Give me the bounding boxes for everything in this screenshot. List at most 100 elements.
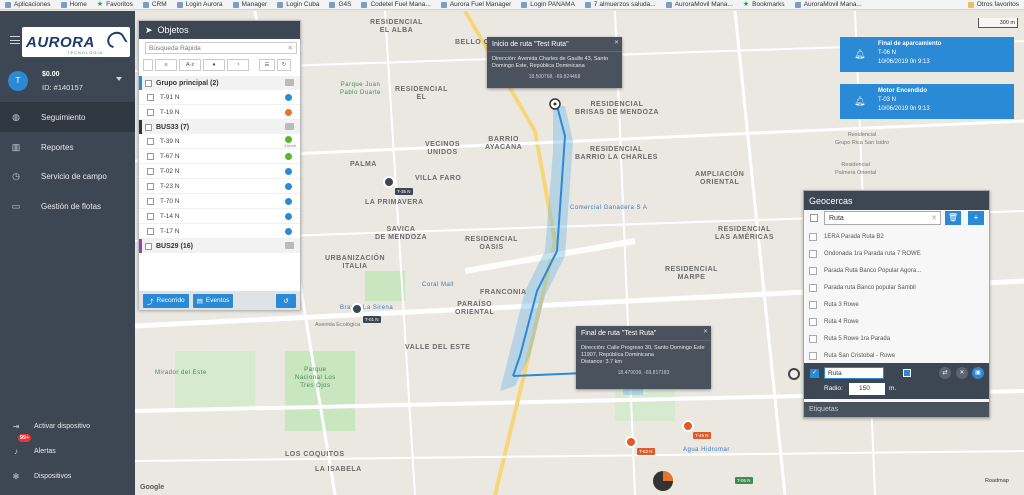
bookmark-login-panama[interactable]: Login PANAMA [516,0,580,9]
add-button[interactable]: + [968,211,984,225]
chat-icon[interactable] [285,123,294,130]
row-checkbox[interactable] [147,167,154,175]
vehicle-marker[interactable] [351,303,363,315]
geocercas-search-input[interactable]: Ruta ✕ [824,211,941,225]
list-item[interactable]: Ruta San Cristobal - Rowe [804,347,989,363]
list-item[interactable]: Ruta 5 Rowe 1ra Parada [804,330,989,347]
chat-icon[interactable] [285,79,294,86]
map-type[interactable]: Roadmap [985,478,1009,484]
vehicle-label[interactable]: T-62 N [637,448,655,455]
group-header[interactable]: BUS33 (7) [139,120,300,134]
row-checkbox[interactable] [809,300,817,309]
bookmark-home[interactable]: Home [56,0,92,9]
clear-icon[interactable]: ✕ [288,43,293,54]
bookmark-manager[interactable]: Manager [228,0,273,9]
sliders-icon[interactable]: ☰ [259,59,275,71]
nav-item-alertas[interactable]: ♪ Alertas [0,441,135,461]
list-item[interactable]: T-02 N [139,164,300,179]
objetos-search-input[interactable]: Búsqueda Rápida ✕ [145,42,297,54]
vehicle-marker[interactable] [625,436,637,448]
nav-item-seguimiento[interactable]: ◍ Seguimiento [0,102,135,132]
list-item[interactable]: T-23 N [139,179,300,194]
row-checkbox[interactable] [147,152,154,160]
vehicle-marker[interactable] [383,176,395,188]
etiquetas-section[interactable]: Etiquetas [804,402,989,417]
nav-item-gestion-de-flotas[interactable]: ▭ Gestión de flotas [0,191,135,221]
row-checkbox[interactable] [147,108,154,116]
row-checkbox[interactable] [147,197,154,205]
radio-input[interactable]: 150 [849,383,885,395]
list-icon[interactable]: ≡ [155,59,177,71]
bookmark-otros[interactable]: Otros favoritos [963,0,1024,9]
nav-item-dispositivos[interactable]: ✻ Dispositivos [0,466,135,486]
clear-icon[interactable]: ✕ [931,212,937,225]
row-checkbox[interactable] [147,212,154,220]
nav-item-servicio-de-campo[interactable]: ◷ Servicio de campo [0,161,135,191]
history-button[interactable]: ↺ [276,293,296,308]
list-item[interactable]: T-19 N [139,105,300,120]
select-all-checkbox[interactable] [810,214,818,222]
save-icon[interactable]: ▣ [972,367,984,379]
row-checkbox[interactable] [809,317,817,326]
vehicle-marker[interactable] [682,420,694,432]
bookmark-favoritos[interactable]: ★ Favoritos [92,0,138,9]
row-checkbox[interactable] [147,227,154,235]
bookmark-login-cuba[interactable]: Login Cuba [272,0,324,9]
row-checkbox[interactable] [147,93,154,101]
group-checkbox[interactable] [145,123,152,131]
nav-item-activar-dispositivo[interactable]: ⇥ Activar dispositivo [0,416,135,436]
list-item[interactable]: Ruta 4 Rowe [804,313,989,330]
row-checkbox[interactable] [147,182,154,190]
close-icon[interactable]: ✕ [703,328,708,335]
list-item[interactable]: T-14 N [139,209,300,224]
account-panel[interactable]: T $0.00 ID: #140157 [0,63,135,103]
delete-button[interactable]: 🗑︎ [945,211,961,225]
hamburger-menu-icon[interactable] [10,36,20,44]
row-checkbox[interactable] [809,334,817,343]
trash-icon[interactable]: ✕ [956,367,968,379]
vehicle-label[interactable]: T-01 N [363,316,381,323]
gauge-icon[interactable]: ◔ [227,59,249,71]
bookmark-auroramovil-1[interactable]: AuroraMovil Mana... [661,0,738,9]
bookmark-bookmarks[interactable]: ★ Bookmarks [738,0,790,9]
bookmark-codetel[interactable]: Codetel Fuel Mana... [356,0,435,9]
list-item[interactable]: T-67 N [139,149,300,164]
bookmark-almuerzos[interactable]: 7 almuerzos saluda... [580,0,661,9]
group-header[interactable]: BUS29 (16) [139,239,300,253]
row-checkbox[interactable] [809,232,817,241]
geocerca-name-input[interactable]: Ruta [824,367,884,379]
color-swatch[interactable] [903,369,911,377]
alert-notification[interactable]: 🔔︎ Motor Encendido T-03 N 10/06/2019 0n … [840,84,1014,119]
vehicle-label[interactable]: T-06 N [735,477,753,484]
list-item[interactable]: 1ERA Parada Ruta B2 [804,228,989,245]
recorrido-button[interactable]: ⤴ Recorrido [143,293,189,308]
list-item[interactable]: Ondonada 1ra Parada ruta 7 ROWE [804,245,989,262]
bookmark-aurora-fuel[interactable]: Aurora Fuel Manager [436,0,516,9]
sort-az-button[interactable]: A-z [179,59,201,71]
list-item[interactable]: Parada Ruta Banco Popular Agora... [804,262,989,279]
row-checkbox[interactable] [809,249,817,258]
dot-icon[interactable]: ● [203,59,225,71]
refresh-icon[interactable]: ↻ [277,59,291,71]
select-all-checkbox[interactable] [143,59,153,71]
eventos-button[interactable]: ▤ Eventos [192,293,234,308]
bookmark-auroramovil-2[interactable]: AuroraMovil Mana... [790,0,867,9]
bookmark-apps[interactable]: Aplicaciones [0,0,56,9]
row-checkbox[interactable] [809,266,817,275]
bookmark-login-aurora[interactable]: Login Aurora [172,0,228,9]
checked-checkbox[interactable]: ✓ [810,369,819,378]
list-item[interactable]: T-91 N [139,90,300,105]
group-checkbox[interactable] [145,242,152,250]
caret-down-icon[interactable] [116,77,122,81]
row-checkbox[interactable] [809,351,817,360]
list-item[interactable]: Parada ruta Banco popular Sambil [804,279,989,296]
ban-icon[interactable] [788,368,800,380]
list-item[interactable]: Ruta 3 Rowe [804,296,989,313]
list-item[interactable]: T-70 N [139,194,300,209]
close-icon[interactable]: ✕ [614,39,619,46]
bookmark-crm[interactable]: CRM [138,0,172,9]
vehicle-label[interactable]: T-49 N [693,432,711,439]
chat-icon[interactable] [285,242,294,249]
avatar[interactable]: T [8,71,28,91]
row-checkbox[interactable] [809,283,817,292]
